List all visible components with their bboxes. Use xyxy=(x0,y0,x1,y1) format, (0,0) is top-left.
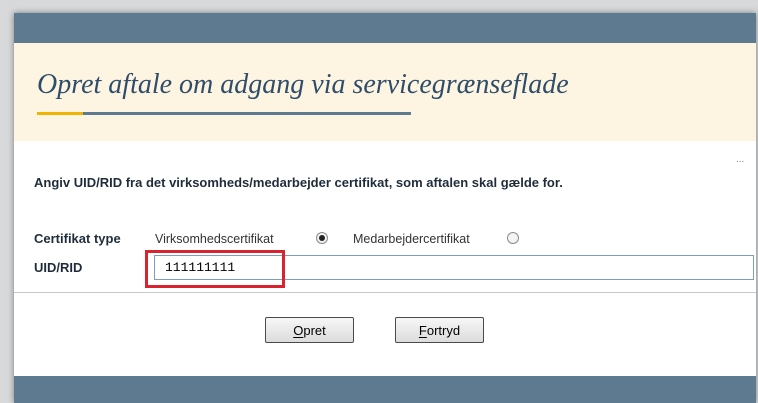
more-indicator: ... xyxy=(736,154,745,165)
title-underline xyxy=(83,112,411,115)
title-underline-accent xyxy=(37,112,83,115)
uid-rid-input[interactable] xyxy=(154,255,754,280)
opret-button[interactable]: Opret xyxy=(265,317,354,343)
uid-rid-label: UID/RID xyxy=(34,260,83,275)
radio-medarbejdercertifikat[interactable] xyxy=(507,232,519,244)
opret-label-rest: pret xyxy=(303,322,326,338)
opret-mnemonic: O xyxy=(293,322,304,338)
radio-virksomhedscertifikat[interactable] xyxy=(316,232,328,244)
fortryd-button[interactable]: Fortryd xyxy=(395,317,484,343)
fortryd-mnemonic: F xyxy=(418,322,427,338)
bottom-bar xyxy=(14,376,756,403)
screenshot-frame: Opret aftale om adgang via servicegrænse… xyxy=(0,0,758,403)
radio-label-virksomhedscertifikat[interactable]: Virksomhedscertifikat xyxy=(155,232,274,246)
top-bar xyxy=(14,13,756,43)
radio-label-medarbejdercertifikat[interactable]: Medarbejdercertifikat xyxy=(353,232,470,246)
header-band: Opret aftale om adgang via servicegrænse… xyxy=(14,43,756,141)
page-title: Opret aftale om adgang via servicegrænse… xyxy=(37,69,569,100)
fortryd-label-rest: ortryd xyxy=(426,322,461,338)
certificate-type-label: Certifikat type xyxy=(34,231,121,246)
instruction-text: Angiv UID/RID fra det virksomheds/medarb… xyxy=(34,175,563,190)
separator xyxy=(14,292,756,293)
dialog-window: Opret aftale om adgang via servicegrænse… xyxy=(14,13,756,403)
